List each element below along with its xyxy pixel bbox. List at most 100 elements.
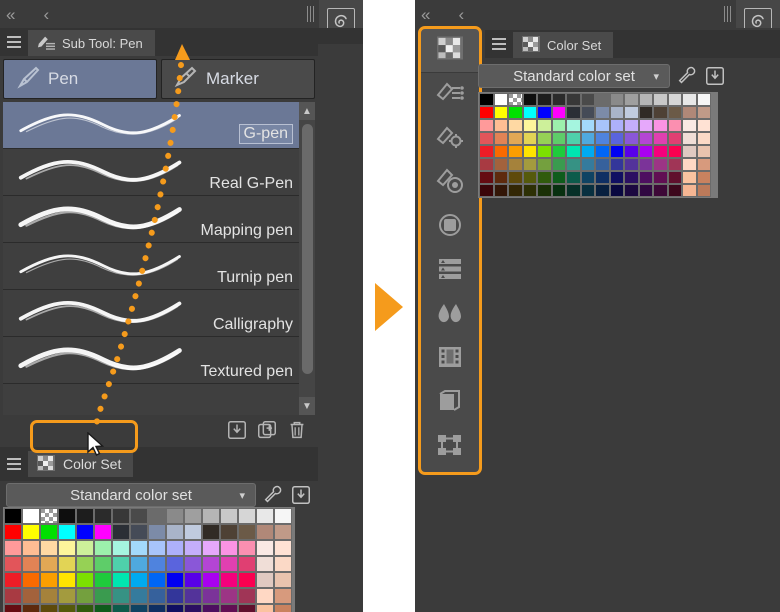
tab-color-set[interactable]: Color Set <box>28 451 134 477</box>
color-swatch[interactable] <box>682 184 697 197</box>
color-swatch[interactable] <box>580 171 595 184</box>
color-swatch[interactable] <box>184 572 202 588</box>
color-swatch[interactable] <box>609 132 624 145</box>
brush-list-item[interactable]: Real G-Pen <box>3 149 299 196</box>
color-swatch[interactable] <box>638 145 653 158</box>
color-swatch[interactable] <box>638 184 653 197</box>
color-swatch[interactable] <box>696 184 711 197</box>
color-swatch[interactable] <box>4 572 22 588</box>
color-swatch[interactable] <box>609 119 624 132</box>
color-swatch[interactable] <box>40 524 58 540</box>
delete-sub-tool-icon[interactable] <box>286 419 308 441</box>
color-swatch[interactable] <box>58 556 76 572</box>
color-swatch[interactable] <box>493 158 508 171</box>
color-swatch[interactable] <box>220 508 238 524</box>
color-swatch[interactable] <box>22 508 40 524</box>
color-swatch[interactable] <box>4 508 22 524</box>
color-swatch[interactable] <box>595 184 610 197</box>
color-swatch[interactable] <box>609 93 624 106</box>
color-swatch[interactable] <box>112 572 130 588</box>
color-swatch[interactable] <box>112 524 130 540</box>
color-swatch[interactable] <box>580 145 595 158</box>
import-icon[interactable] <box>290 484 312 506</box>
color-swatch[interactable] <box>653 158 668 171</box>
color-swatch[interactable] <box>580 158 595 171</box>
color-swatch[interactable] <box>537 119 552 132</box>
color-swatch[interactable] <box>551 93 566 106</box>
color-swatch[interactable] <box>682 132 697 145</box>
import-icon[interactable] <box>704 65 726 87</box>
color-swatch[interactable] <box>522 145 537 158</box>
color-swatch[interactable] <box>112 508 130 524</box>
color-swatch[interactable] <box>609 158 624 171</box>
color-swatch[interactable] <box>4 588 22 604</box>
color-swatch[interactable] <box>696 158 711 171</box>
tool-button-marker[interactable]: Marker <box>161 59 315 99</box>
color-swatch[interactable] <box>274 556 292 572</box>
color-swatch[interactable] <box>667 145 682 158</box>
color-swatch[interactable] <box>238 540 256 556</box>
color-swatch[interactable] <box>682 158 697 171</box>
chevron-down-icon[interactable]: ▾ <box>239 489 245 502</box>
color-swatch[interactable] <box>94 572 112 588</box>
color-swatch[interactable] <box>130 508 148 524</box>
color-swatch[interactable] <box>667 158 682 171</box>
color-swatch[interactable] <box>537 93 552 106</box>
color-swatch[interactable] <box>638 106 653 119</box>
color-swatch[interactable] <box>479 184 494 197</box>
color-swatch[interactable] <box>256 572 274 588</box>
color-swatch[interactable] <box>595 171 610 184</box>
color-swatch[interactable] <box>184 588 202 604</box>
color-swatch[interactable] <box>551 184 566 197</box>
color-swatch[interactable] <box>202 540 220 556</box>
color-swatch[interactable] <box>76 508 94 524</box>
color-swatch[interactable] <box>274 524 292 540</box>
color-swatch[interactable] <box>166 508 184 524</box>
color-swatch[interactable] <box>76 524 94 540</box>
color-swatch[interactable] <box>595 119 610 132</box>
color-swatch[interactable] <box>22 540 40 556</box>
color-swatch[interactable] <box>274 508 292 524</box>
color-swatch[interactable] <box>202 556 220 572</box>
color-swatch[interactable] <box>682 119 697 132</box>
color-swatch[interactable] <box>166 524 184 540</box>
color-swatch[interactable] <box>148 524 166 540</box>
color-swatch[interactable] <box>22 556 40 572</box>
rail-item-layer[interactable] <box>420 249 480 293</box>
color-swatch[interactable] <box>58 604 76 612</box>
color-swatch[interactable] <box>40 508 58 524</box>
double-chevron-left-icon[interactable]: « <box>415 6 436 23</box>
color-swatch[interactable] <box>537 184 552 197</box>
color-swatch[interactable] <box>112 556 130 572</box>
color-swatch[interactable] <box>522 158 537 171</box>
color-swatch[interactable] <box>522 184 537 197</box>
color-swatch[interactable] <box>40 572 58 588</box>
color-swatch[interactable] <box>184 540 202 556</box>
color-swatch[interactable] <box>653 145 668 158</box>
color-swatch[interactable] <box>682 106 697 119</box>
chevron-left-icon[interactable]: ‹ <box>436 6 470 23</box>
color-set-dropdown[interactable]: Standard color set ▾ <box>6 483 256 507</box>
color-swatch[interactable] <box>667 106 682 119</box>
color-swatch[interactable] <box>112 604 130 612</box>
color-swatch[interactable] <box>148 556 166 572</box>
color-swatch[interactable] <box>508 184 523 197</box>
color-swatch[interactable] <box>566 171 581 184</box>
color-swatch[interactable] <box>595 158 610 171</box>
hamburger-menu-icon[interactable] <box>0 28 28 56</box>
color-swatch[interactable] <box>508 171 523 184</box>
color-swatch[interactable] <box>479 158 494 171</box>
tab-sub-tool[interactable]: Sub Tool: Pen <box>28 30 155 56</box>
color-swatch[interactable] <box>624 132 639 145</box>
color-swatch[interactable] <box>130 540 148 556</box>
brush-list[interactable]: G-pen Real G-Pen Mapping pen Turnip pen … <box>3 102 299 415</box>
color-swatch[interactable] <box>166 604 184 612</box>
color-swatch[interactable] <box>595 106 610 119</box>
color-swatch[interactable] <box>22 604 40 612</box>
color-swatch[interactable] <box>94 588 112 604</box>
color-swatch[interactable] <box>256 508 274 524</box>
color-swatch[interactable] <box>238 508 256 524</box>
color-swatch[interactable] <box>184 524 202 540</box>
color-swatch[interactable] <box>274 604 292 612</box>
color-swatch[interactable] <box>184 604 202 612</box>
